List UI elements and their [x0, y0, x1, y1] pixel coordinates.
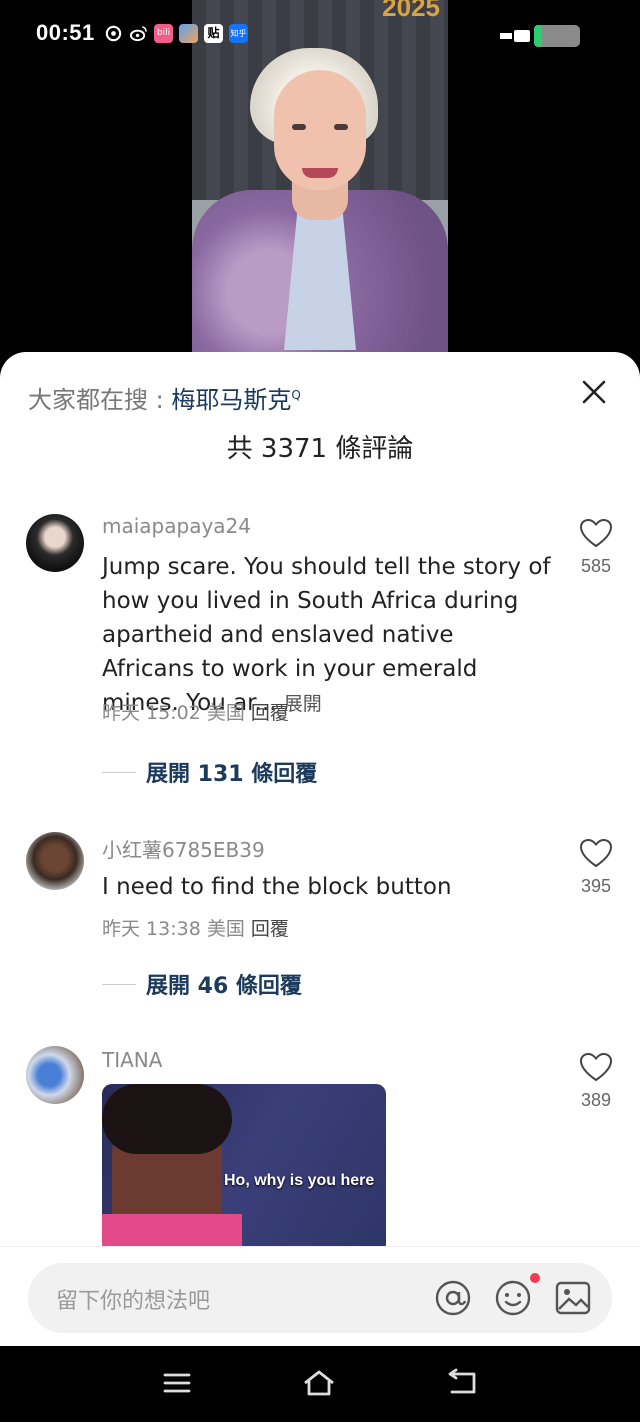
like-count: 585 [580, 556, 612, 576]
expand-text-link[interactable]: 展開 [284, 693, 322, 715]
weibo-icon [129, 24, 148, 43]
close-button[interactable] [576, 374, 612, 410]
like-button[interactable]: 389 [576, 1052, 616, 1111]
search-icon: Q [291, 388, 301, 402]
menu-icon[interactable] [160, 1368, 194, 1398]
gif-caption: Ho, why is you here [224, 1172, 375, 1189]
search-hint[interactable]: 大家都在搜 : 梅耶马斯克Q [28, 380, 301, 415]
tieba-icon: 贴 [204, 24, 223, 43]
heart-icon [579, 518, 613, 548]
comment-time: 昨天 15:02 [102, 702, 201, 724]
comment-location: 美国 [206, 702, 245, 724]
expand-replies-button[interactable]: 展開 131 條回覆 [102, 756, 317, 788]
status-bar: 00:51 bili 贴 知乎 [0, 0, 640, 70]
avatar[interactable] [26, 832, 84, 890]
bilibili-icon: bili [154, 24, 173, 43]
status-time: 00:51 [36, 20, 95, 45]
comment-username[interactable]: 小红薯6785EB39 [102, 834, 265, 863]
zhihu-icon: 知乎 [229, 24, 248, 43]
comment-gif[interactable]: Ho, why is you here [102, 1084, 386, 1254]
comment-count: 共 3371 條評論 [226, 434, 414, 464]
comment-username[interactable]: TIANA [102, 1048, 162, 1072]
comment-input-placeholder: 留下你的想法吧 [56, 1289, 211, 1314]
heart-icon [579, 1052, 613, 1082]
app-icon [179, 24, 198, 43]
home-icon[interactable] [302, 1368, 336, 1398]
comment-text: I need to find the block button [102, 874, 452, 900]
emoji-icon[interactable] [494, 1279, 532, 1317]
heart-icon [579, 838, 613, 868]
notification-dot [530, 1273, 540, 1283]
mention-icon[interactable] [434, 1279, 472, 1317]
comment-username[interactable]: maiapapaya24 [102, 514, 251, 538]
comment-meta: 昨天 13:38 美国 回覆 [102, 914, 289, 941]
search-term[interactable]: 梅耶马斯克 [171, 386, 291, 414]
comments-sheet: 大家都在搜 : 梅耶马斯克Q 共 3371 條評論 maiapapaya24 J… [0, 352, 640, 1346]
avatar[interactable] [26, 1046, 84, 1104]
like-count: 389 [580, 1090, 612, 1110]
sync-icon [104, 24, 123, 43]
like-count: 395 [580, 876, 612, 896]
status-app-icons: bili 贴 知乎 [104, 24, 248, 43]
image-icon[interactable] [554, 1279, 592, 1317]
expand-replies-button[interactable]: 展開 46 條回覆 [102, 968, 302, 1000]
comment-input-bar: 留下你的想法吧 [0, 1246, 640, 1346]
back-icon[interactable] [444, 1368, 478, 1398]
comment-text: Jump scare. You should tell the story of… [102, 554, 551, 716]
search-prefix: 大家都在搜 : [28, 386, 172, 414]
system-nav-bar [0, 1346, 640, 1422]
battery-icon [500, 24, 582, 48]
comment-location: 美国 [206, 918, 245, 940]
comment-time: 昨天 13:38 [102, 918, 201, 940]
avatar[interactable] [26, 514, 84, 572]
close-icon [582, 380, 606, 404]
comment-meta: 昨天 15:02 美国 回覆 [102, 698, 289, 725]
comment-input[interactable]: 留下你的想法吧 [28, 1263, 612, 1333]
like-button[interactable]: 585 [576, 518, 616, 577]
reply-button[interactable]: 回覆 [251, 918, 289, 940]
like-button[interactable]: 395 [576, 838, 616, 897]
reply-button[interactable]: 回覆 [251, 702, 289, 724]
